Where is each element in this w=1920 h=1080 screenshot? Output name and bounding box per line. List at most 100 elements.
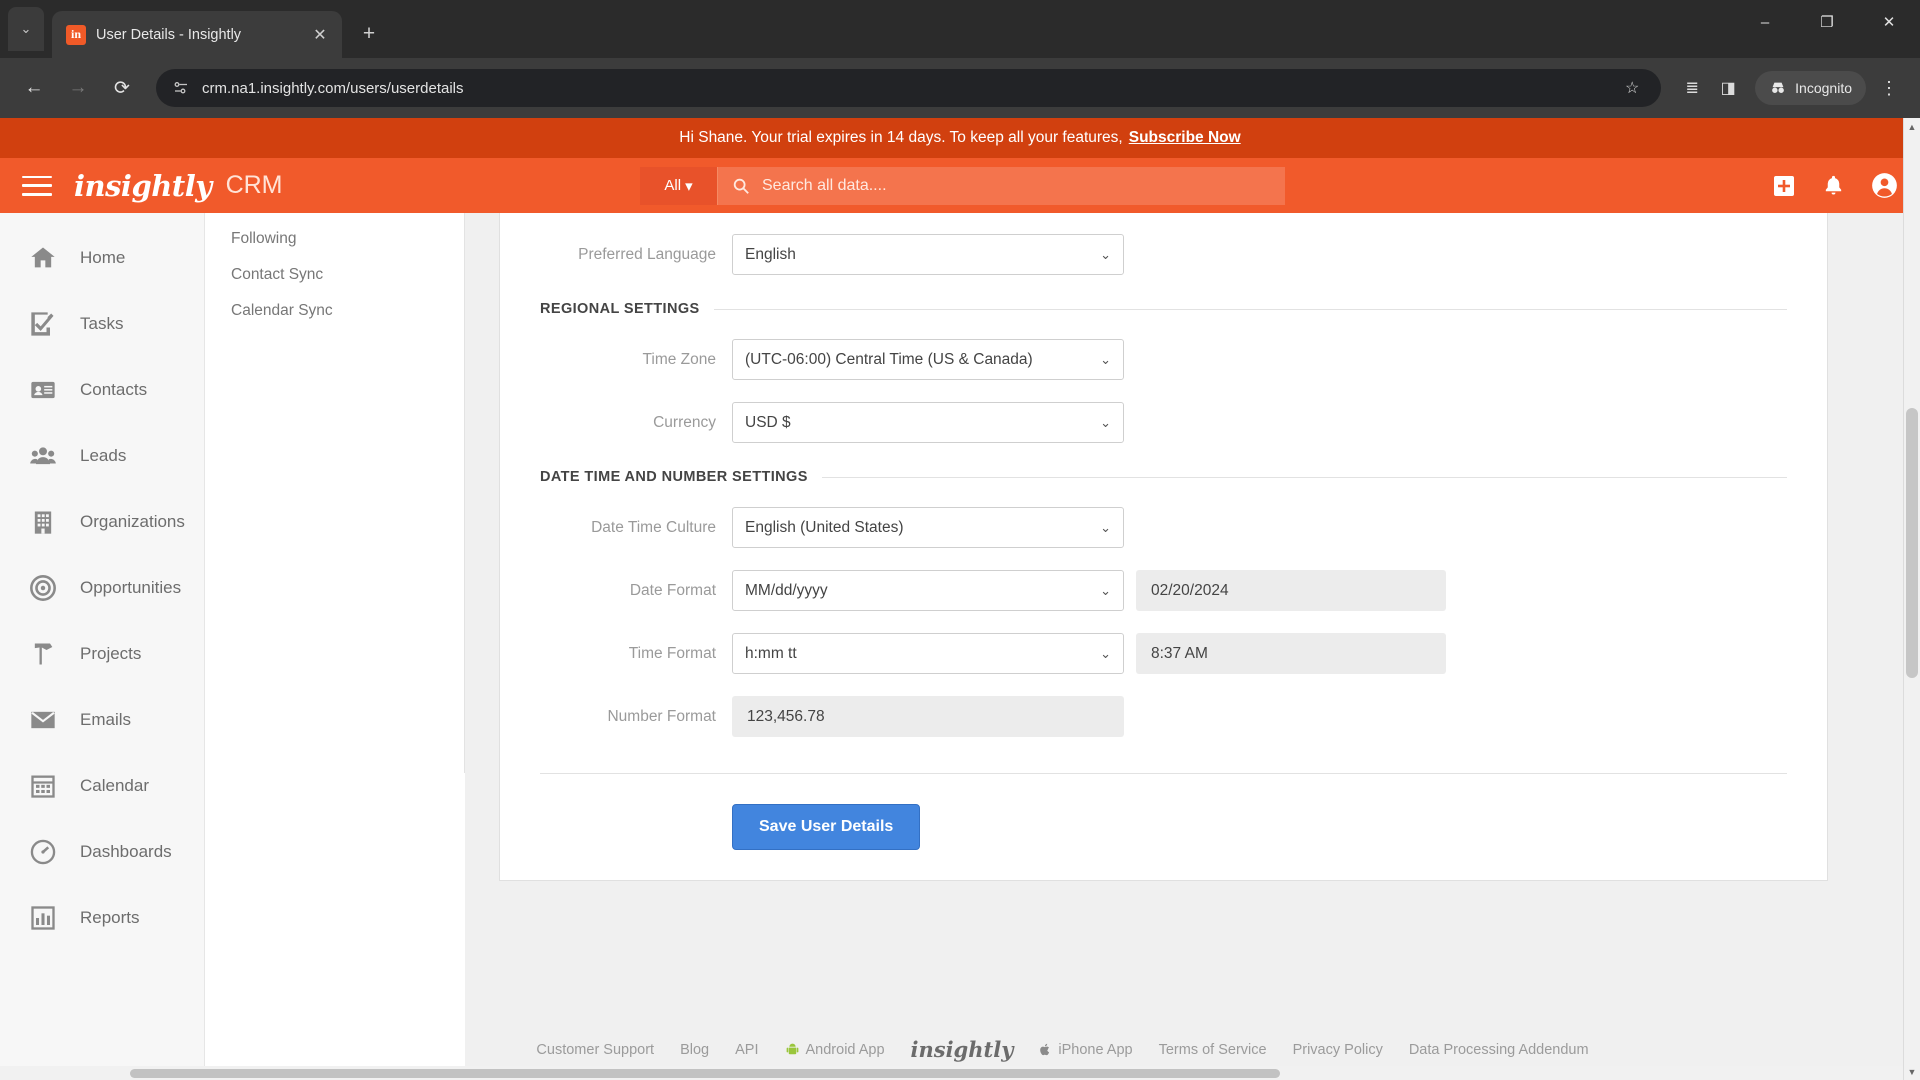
chevron-down-icon: ⌄ <box>1100 582 1111 598</box>
time-zone-row: Time Zone (UTC-06:00) Central Time (US &… <box>540 339 1787 380</box>
chevron-down-icon: ⌄ <box>1100 519 1111 535</box>
sidebar-item-dashboards[interactable]: Dashboards <box>0 819 204 885</box>
footer-link-customer-support[interactable]: Customer Support <box>536 1042 654 1058</box>
page-viewport: Hi Shane. Your trial expires in 14 days.… <box>0 118 1920 1080</box>
sidebar-item-label: Tasks <box>80 314 124 333</box>
footer-link-privacy-policy[interactable]: Privacy Policy <box>1293 1042 1383 1058</box>
date-time-culture-value: English (United States) <box>745 518 904 536</box>
main-content: Preferred Language English ⌄ REGIONAL SE… <box>465 213 1920 1080</box>
scrollbar-thumb-horizontal[interactable] <box>130 1069 1280 1078</box>
sidebar-item-label: Projects <box>80 644 142 663</box>
tab-strip: ⌄ in User Details - Insightly ✕ + – ❐ ✕ <box>0 0 1920 58</box>
browser-toolbar: ← → ⟳ crm.na1.insightly.com/users/userde… <box>0 58 1920 118</box>
search-input[interactable]: Search all data.... <box>718 166 1285 205</box>
site-settings-icon[interactable] <box>172 79 190 97</box>
menu-toggle-icon[interactable] <box>22 173 52 199</box>
currency-select[interactable]: USD $ ⌄ <box>732 402 1124 443</box>
global-search: All ▾ Search all data.... <box>640 166 1285 205</box>
close-window-button[interactable]: ✕ <box>1858 0 1920 44</box>
subnav-item-following[interactable]: Following <box>205 221 464 257</box>
insightly-logo[interactable]: insightly <box>74 169 212 203</box>
page-footer: Customer Support Blog API Android App in… <box>0 1037 1920 1062</box>
contacts-icon <box>28 375 58 405</box>
trial-message: Hi Shane. Your trial expires in 14 days.… <box>679 129 1123 146</box>
time-format-select[interactable]: h:mm tt ⌄ <box>732 633 1124 674</box>
new-tab-button[interactable]: + <box>350 15 388 53</box>
add-new-icon[interactable] <box>1772 174 1796 198</box>
date-time-culture-select[interactable]: English (United States) ⌄ <box>732 507 1124 548</box>
forward-button[interactable]: → <box>58 68 98 108</box>
footer-link-blog[interactable]: Blog <box>680 1042 709 1058</box>
page-scrollbar-horizontal[interactable] <box>0 1066 1903 1080</box>
time-zone-select[interactable]: (UTC-06:00) Central Time (US & Canada) ⌄ <box>732 339 1124 380</box>
preferred-language-value: English <box>745 245 796 263</box>
date-format-select[interactable]: MM/dd/yyyy ⌄ <box>732 570 1124 611</box>
reading-list-icon[interactable]: ≣ <box>1675 71 1709 105</box>
sidebar-item-label: Leads <box>80 446 127 465</box>
search-icon <box>733 178 749 194</box>
tab-search-icon[interactable]: ⌄ <box>8 7 44 51</box>
save-user-details-button[interactable]: Save User Details <box>732 804 921 850</box>
page-body: Home Tasks Contacts Leads Organizations … <box>0 213 1920 1080</box>
search-scope-dropdown[interactable]: All ▾ <box>640 166 718 205</box>
header-actions <box>1772 172 1898 199</box>
address-bar[interactable]: crm.na1.insightly.com/users/userdetails … <box>156 69 1662 107</box>
browser-menu-icon[interactable]: ⋮ <box>1872 68 1906 108</box>
datetime-settings-header: DATE TIME AND NUMBER SETTINGS <box>540 469 1787 485</box>
incognito-indicator[interactable]: Incognito <box>1755 71 1866 105</box>
time-format-value: h:mm tt <box>745 644 797 662</box>
tab-search-area: ⌄ <box>0 0 52 58</box>
preferred-language-select[interactable]: English ⌄ <box>732 234 1124 275</box>
sidebar-item-leads[interactable]: Leads <box>0 423 204 489</box>
sidebar-item-tasks[interactable]: Tasks <box>0 291 204 357</box>
subnav-item-contact-sync[interactable]: Contact Sync <box>205 257 464 293</box>
regional-settings-title: REGIONAL SETTINGS <box>540 301 700 317</box>
minimize-button[interactable]: – <box>1734 0 1796 44</box>
section-divider <box>821 476 1787 478</box>
sidebar-item-projects[interactable]: Projects <box>0 621 204 687</box>
number-format-value: 123,456.78 <box>732 696 1124 737</box>
subscribe-now-link[interactable]: Subscribe Now <box>1129 129 1241 147</box>
currency-label: Currency <box>653 413 716 431</box>
back-button[interactable]: ← <box>14 68 54 108</box>
date-time-culture-row: Date Time Culture English (United States… <box>540 507 1787 548</box>
dashboards-icon <box>28 837 58 867</box>
search-placeholder: Search all data.... <box>762 176 887 194</box>
sidebar-item-label: Contacts <box>80 380 148 399</box>
sidebar-item-emails[interactable]: Emails <box>0 687 204 753</box>
footer-link-data-processing-addendum[interactable]: Data Processing Addendum <box>1409 1042 1589 1058</box>
notifications-bell-icon[interactable] <box>1822 174 1845 197</box>
footer-link-iphone-app[interactable]: iPhone App <box>1039 1041 1133 1058</box>
scrollbar-thumb[interactable] <box>1906 408 1918 678</box>
maximize-button[interactable]: ❐ <box>1796 0 1858 44</box>
app-header: insightly CRM All ▾ Search all data.... <box>0 158 1920 213</box>
sidebar-item-home[interactable]: Home <box>0 225 204 291</box>
chevron-down-icon: ▾ <box>685 177 693 195</box>
reload-button[interactable]: ⟳ <box>102 68 142 108</box>
subnav-item-calendar-sync[interactable]: Calendar Sync <box>205 293 464 329</box>
user-avatar-icon[interactable] <box>1871 172 1898 199</box>
sidebar-item-organizations[interactable]: Organizations <box>0 489 204 555</box>
close-tab-icon[interactable]: ✕ <box>308 23 332 47</box>
footer-link-android-app[interactable]: Android App <box>785 1042 885 1058</box>
product-name: CRM <box>225 171 283 199</box>
sidebar-item-contacts[interactable]: Contacts <box>0 357 204 423</box>
regional-settings-header: REGIONAL SETTINGS <box>540 301 1787 317</box>
footer-link-terms-of-service[interactable]: Terms of Service <box>1159 1042 1267 1058</box>
currency-value: USD $ <box>745 413 791 431</box>
footer-link-label: iPhone App <box>1058 1041 1133 1058</box>
scroll-up-arrow-icon[interactable]: ▲ <box>1904 118 1920 135</box>
sidebar-item-label: Calendar <box>80 776 149 795</box>
bookmark-star-icon[interactable]: ☆ <box>1615 71 1649 105</box>
sidebar-item-label: Dashboards <box>80 842 172 861</box>
page-scrollbar-vertical[interactable]: ▲ ▼ <box>1903 118 1920 1080</box>
footer-link-api[interactable]: API <box>735 1042 758 1058</box>
sidebar-item-label: Opportunities <box>80 578 182 597</box>
side-panel-icon[interactable]: ◨ <box>1711 71 1745 105</box>
tasks-icon <box>28 309 58 339</box>
sidebar-item-opportunities[interactable]: Opportunities <box>0 555 204 621</box>
sidebar-item-reports[interactable]: Reports <box>0 885 204 951</box>
sidebar-item-calendar[interactable]: Calendar <box>0 753 204 819</box>
scroll-down-arrow-icon[interactable]: ▼ <box>1904 1063 1920 1080</box>
browser-tab[interactable]: in User Details - Insightly ✕ <box>52 11 342 58</box>
